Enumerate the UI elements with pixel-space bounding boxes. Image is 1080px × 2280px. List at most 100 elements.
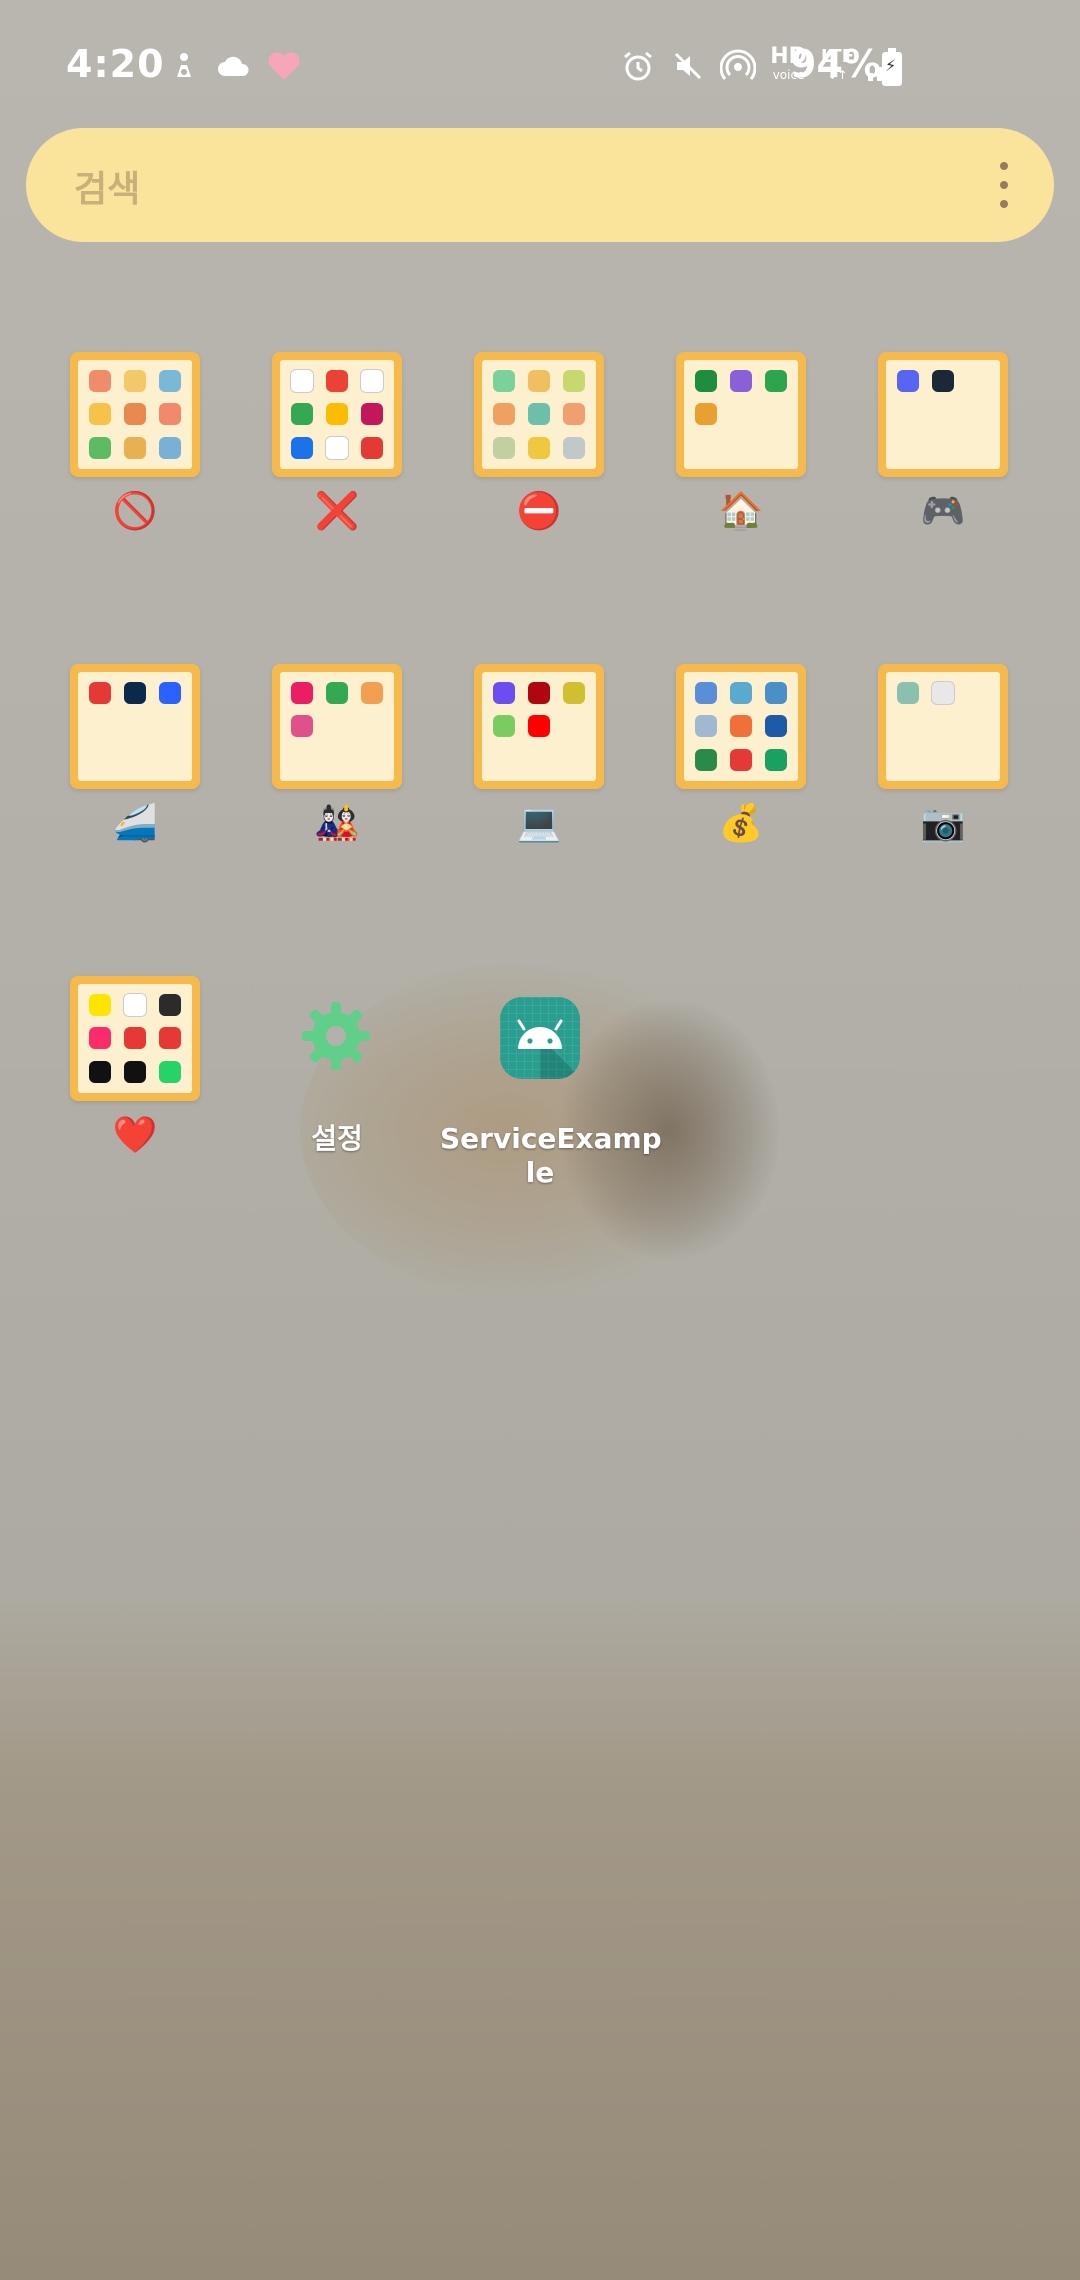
folder-app-icon [123,369,146,392]
folder-app-icon [897,715,919,737]
folder[interactable] [676,352,806,477]
folder-app-icon [159,993,182,1016]
folder-app-icon [88,681,111,704]
folder-app-icon [361,715,383,737]
folder[interactable] [474,664,604,789]
folder-app-icon [932,749,954,771]
folder-app-icon [563,437,586,460]
folder-app-icon [967,403,989,425]
folder[interactable] [878,664,1008,789]
folder-app-icon [124,715,146,737]
folder-app-icon [932,715,954,737]
folder-app-icon [492,681,515,704]
folder-app-icon [159,681,182,704]
folder-label[interactable]: 🎮 [878,490,1008,532]
folder-label[interactable]: 🎎 [272,802,402,844]
folder-app-icon [290,437,313,460]
serviceexample-app-label[interactable]: ServiceExamp le [440,1122,662,1190]
folder-label[interactable]: 💻 [474,802,604,844]
folder-app-icon [729,749,752,772]
folder-app-icon [729,369,752,392]
folder-app-icon [695,437,717,459]
folder-app-icon [493,749,515,771]
search-input[interactable]: 검색 [74,160,140,212]
folder[interactable] [70,976,200,1101]
folder-app-icon [563,681,586,704]
folder-app-icon [88,993,111,1016]
folder-app-icon [896,681,919,704]
folder[interactable] [70,664,200,789]
folder-app-icon [122,992,147,1017]
folder-label[interactable]: 🏠 [676,490,806,532]
more-options-icon[interactable] [1000,162,1010,208]
heart-icon [266,48,302,84]
folder-app-icon [932,403,954,425]
serviceexample-app-icon[interactable] [500,997,580,1079]
folder-app-icon [967,749,989,771]
folder-app-icon [563,715,585,737]
settings-app-label[interactable]: 설정 [262,1122,412,1156]
folder-app-icon [897,403,919,425]
folder-app-icon [527,403,550,426]
folder-app-icon [527,437,550,460]
folder[interactable] [272,352,402,477]
folder-app-icon [291,749,313,771]
folder-app-icon [361,749,383,771]
folder-app-icon [326,749,348,771]
folder-app-icon [123,403,146,426]
folder-app-icon [123,1027,146,1050]
folder-label[interactable]: 💰 [676,802,806,844]
folder-app-icon [694,403,717,426]
folder-app-icon [159,1061,182,1084]
folder-app-icon [931,369,954,392]
folder[interactable] [70,352,200,477]
folder-app-icon [967,370,989,392]
folder-app-icon [932,437,954,459]
folder-label[interactable]: ❌ [272,490,402,532]
mute-icon [670,48,706,84]
folder-label[interactable]: ❤️ [70,1114,200,1156]
folder-app-icon [361,403,384,426]
folder-app-icon [289,368,314,393]
folder[interactable] [676,664,806,789]
folder-app-icon [896,369,919,392]
folder-app-icon [967,682,989,704]
folder-app-icon [765,437,787,459]
folder-app-icon [563,749,585,771]
folder-app-icon [492,403,515,426]
folder-app-icon [967,715,989,737]
folder-app-icon [88,369,111,392]
person-icon [166,48,202,84]
folder-label[interactable]: 🚄 [70,802,200,844]
folder[interactable] [272,664,402,789]
folder-app-icon [527,715,550,738]
folder-app-icon [694,681,717,704]
hotspot-icon [720,48,757,84]
folder-app-icon [765,715,788,738]
folder[interactable] [878,352,1008,477]
folder-app-icon [694,369,717,392]
folder-label[interactable]: 📷 [878,802,1008,844]
folder-label[interactable]: ⛔ [474,490,604,532]
folder-app-icon [159,403,182,426]
folder-app-icon [123,437,146,460]
folder-app-icon [563,403,586,426]
folder-app-icon [88,1061,111,1084]
folder-app-icon [897,749,919,771]
folder-app-icon [897,437,919,459]
folder-app-icon [492,369,515,392]
folder-app-icon [123,681,146,704]
folder-app-icon [89,749,111,771]
folder-app-icon [765,749,788,772]
search-bar[interactable]: 검색 [26,128,1054,242]
status-time: 4:20 [66,42,165,86]
folder[interactable] [474,352,604,477]
battery-percent: 94% [790,42,881,86]
folder-app-icon [159,437,182,460]
settings-app-icon[interactable] [300,1000,372,1072]
folder-label[interactable]: 🚫 [70,490,200,532]
folder-app-icon [159,1027,182,1050]
folder-app-icon [765,403,787,425]
folder-app-icon [967,437,989,459]
folder-app-icon [527,681,550,704]
